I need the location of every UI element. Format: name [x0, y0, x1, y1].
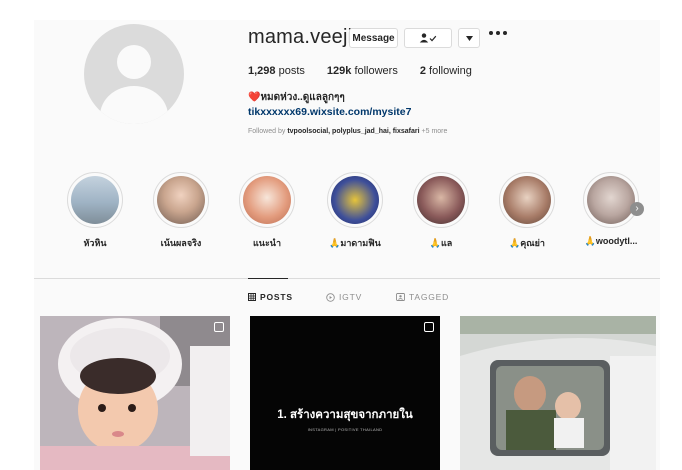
carousel-icon	[424, 322, 434, 332]
carousel-icon	[214, 322, 224, 332]
highlight-cover	[331, 176, 379, 224]
profile-stats: 1,298 posts 129k followers 2 following	[248, 65, 494, 77]
chevron-right-icon[interactable]: ›	[630, 202, 644, 216]
active-tab-indicator	[248, 278, 288, 279]
tab-posts-label: POSTS	[260, 292, 293, 302]
highlight-item[interactable]: 🙏แล	[410, 172, 472, 250]
highlight-label: เน้นผลจริง	[160, 238, 202, 248]
profile-avatar[interactable]	[84, 24, 184, 124]
profile-username: mama.veeji	[248, 26, 353, 48]
highlight-cover	[587, 176, 635, 224]
following-count: 2	[419, 65, 426, 77]
followed-by-more: +5 more	[421, 128, 448, 135]
highlight-item[interactable]: 🙏มาดามฟิน	[324, 172, 386, 250]
posts-label: posts	[278, 65, 305, 77]
followed-by-prefix: Followed by	[248, 128, 286, 135]
highlight-label: 🙏มาดามฟิน	[329, 238, 381, 248]
highlight-label: 🙏คุณย่า	[509, 238, 545, 248]
avatar-placeholder-body	[100, 86, 168, 124]
more-horizontal-icon[interactable]	[489, 31, 507, 35]
followers-stat[interactable]: 129k followers	[327, 65, 398, 77]
post-thumbnail[interactable]	[460, 316, 656, 470]
post-caption-subtext: INSTAGRAM | POSITIVE THAILAND	[307, 427, 383, 432]
highlight-label: 🙏woodytl...	[584, 236, 638, 246]
tag-icon	[396, 293, 405, 301]
highlight-label: หัวหิน	[83, 238, 107, 248]
suggested-dropdown-button[interactable]	[458, 28, 480, 48]
highlight-cover	[417, 176, 465, 224]
post-image	[460, 316, 656, 470]
highlight-ring	[583, 172, 639, 228]
highlight-cover	[243, 176, 291, 224]
post-image	[40, 316, 230, 470]
highlight-ring	[413, 172, 469, 228]
message-button[interactable]: Message	[349, 28, 398, 48]
posts-count: 1,298	[248, 65, 276, 77]
following-stat[interactable]: 2 following	[420, 65, 472, 77]
followers-count: 129k	[326, 65, 352, 77]
tab-igtv-label: IGTV	[339, 292, 363, 302]
following-button[interactable]	[404, 28, 452, 48]
highlight-cover	[71, 176, 119, 224]
profile-page: mama.veeji Message 1,298 posts 129k foll…	[34, 20, 660, 470]
highlight-cover	[503, 176, 551, 224]
person-check-icon	[419, 33, 437, 43]
tab-igtv[interactable]: IGTV	[326, 292, 362, 302]
highlight-item[interactable]: แนะนำ	[236, 172, 298, 250]
highlight-ring	[153, 172, 209, 228]
following-label: following	[429, 65, 472, 77]
followers-label: followers	[354, 65, 398, 77]
tab-tagged-label: TAGGED	[409, 292, 450, 302]
caret-down-icon	[465, 35, 473, 41]
tab-posts[interactable]: POSTS	[248, 292, 293, 302]
followed-by-names: tvpoolsocial, polyplus_jad_hai, fixsafar…	[287, 128, 420, 135]
tab-tagged[interactable]: TAGGED	[396, 292, 449, 302]
tabs-divider	[34, 278, 660, 279]
highlight-item[interactable]: เน้นผลจริง	[150, 172, 212, 250]
highlight-label: แนะนำ	[253, 238, 281, 248]
followed-by[interactable]: Followed by tvpoolsocial, polyplus_jad_h…	[248, 128, 447, 135]
highlight-ring	[239, 172, 295, 228]
highlight-item[interactable]: หัวหิน	[64, 172, 126, 250]
posts-stat: 1,298 posts	[248, 65, 305, 77]
post-thumbnail[interactable]	[40, 316, 230, 470]
highlight-ring	[327, 172, 383, 228]
highlight-cover	[157, 176, 205, 224]
post-thumbnail[interactable]: 1. สร้างความสุขจากภายใน INSTAGRAM | POSI…	[250, 316, 440, 470]
igtv-icon	[326, 292, 335, 302]
highlight-ring	[67, 172, 123, 228]
highlight-label: 🙏แล	[429, 238, 453, 248]
post-caption-text: 1. สร้างความสุขจากภายใน	[277, 409, 413, 421]
highlight-ring	[499, 172, 555, 228]
highlight-item[interactable]: 🙏คุณย่า	[496, 172, 558, 250]
avatar-placeholder-head	[117, 45, 151, 79]
grid-icon	[248, 293, 256, 301]
profile-website-link[interactable]: tikxxxxxx69.wixsite.com/mysite7	[248, 106, 411, 118]
profile-bio: ❤️หมดห่วง..ดูแลลูกๆๆ	[248, 92, 345, 103]
